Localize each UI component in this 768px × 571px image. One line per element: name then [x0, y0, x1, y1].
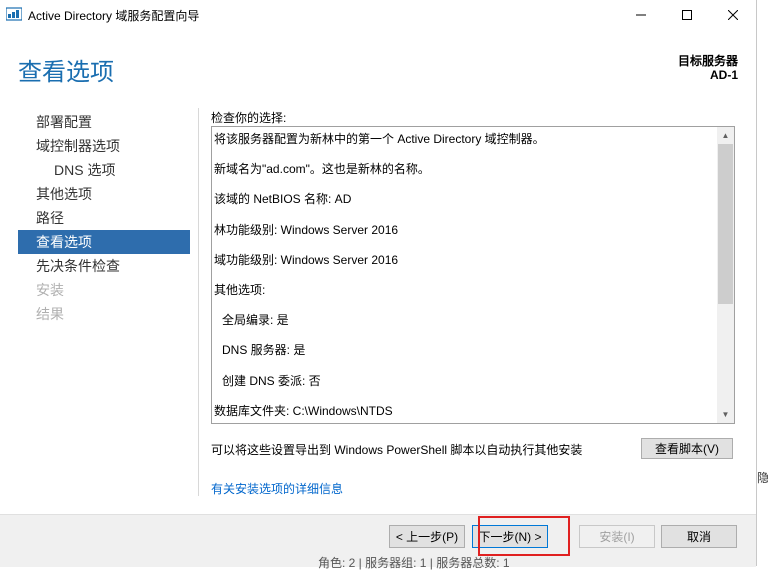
review-line: 新域名为"ad.com"。这也是新林的名称。 — [214, 162, 430, 177]
target-server-label: 目标服务器 — [677, 54, 738, 68]
review-line: 将该服务器配置为新林中的第一个 Active Directory 域控制器。 — [214, 132, 545, 146]
page-title: 查看选项 — [18, 59, 114, 86]
nav-item-installation: 安装 — [36, 282, 64, 298]
review-line: 该域的 NetBIOS 名称: AD — [214, 192, 352, 207]
wizard-header: 查看选项 目标服务器 AD-1 — [0, 30, 756, 90]
nav-divider — [198, 108, 199, 496]
scroll-thumb[interactable] — [718, 144, 733, 304]
nav-item-review-options[interactable]: 查看选项 — [18, 230, 190, 254]
vertical-scrollbar[interactable]: ▲ ▼ — [717, 127, 734, 423]
background-status-text: 角色: 2 | 服务器组: 1 | 服务器总数: 1 — [318, 556, 510, 570]
review-line: 创建 DNS 委派: 否 — [222, 373, 321, 388]
scroll-up-icon[interactable]: ▲ — [717, 127, 734, 144]
server-manager-icon — [6, 7, 22, 21]
install-button: 安装(I) — [579, 525, 655, 548]
highlight-annotation — [478, 516, 570, 556]
review-line: 全局编录: 是 — [222, 313, 289, 328]
export-description: 可以将这些设置导出到 Windows PowerShell 脚本以自动执行其他安… — [211, 443, 583, 457]
scroll-down-icon[interactable]: ▼ — [717, 406, 734, 423]
nav-item-paths[interactable]: 路径 — [18, 206, 190, 230]
maximize-button[interactable] — [664, 0, 710, 30]
title-bar: Active Directory 域服务配置向导 — [0, 0, 768, 30]
minimize-icon — [636, 14, 646, 16]
view-script-button[interactable]: 查看脚本(V) — [641, 438, 733, 459]
cancel-button[interactable]: 取消 — [661, 525, 737, 548]
background-text: 隐 — [757, 471, 768, 485]
nav-item-dc-options[interactable]: 域控制器选项 — [18, 134, 190, 158]
review-line: 其他选项: — [214, 282, 266, 297]
nav-item-dns-options[interactable]: DNS 选项 — [18, 158, 190, 182]
review-textbox[interactable]: 将该服务器配置为新林中的第一个 Active Directory 域控制器。 新… — [211, 126, 735, 424]
review-line: 林功能级别: Windows Server 2016 — [214, 222, 399, 237]
nav-item-additional-options[interactable]: 其他选项 — [18, 182, 190, 206]
more-info-link[interactable]: 有关安装选项的详细信息 — [211, 480, 343, 497]
close-icon — [728, 10, 738, 20]
review-label: 检查你的选择: — [211, 111, 287, 125]
nav-item-deployment[interactable]: 部署配置 — [18, 110, 190, 134]
nav-item-results: 结果 — [36, 306, 64, 322]
review-content: 将该服务器配置为新林中的第一个 Active Directory 域控制器。 新… — [214, 130, 714, 423]
nav-item-prerequisites[interactable]: 先决条件检查 — [18, 254, 190, 278]
minimize-button[interactable] — [618, 0, 664, 30]
maximize-icon — [682, 10, 692, 20]
review-line: 数据库文件夹: C:\Windows\NTDS — [214, 403, 393, 418]
close-button[interactable] — [710, 0, 756, 30]
wizard-nav: 部署配置 域控制器选项 DNS 选项 其他选项 路径 查看选项 先决条件检查 安… — [18, 110, 190, 326]
prev-button[interactable]: < 上一步(P) — [389, 525, 465, 548]
target-server-value: AD-1 — [709, 68, 738, 82]
window-title: Active Directory 域服务配置向导 — [28, 9, 200, 23]
review-line: DNS 服务器: 是 — [222, 343, 306, 358]
review-line: 域功能级别: Windows Server 2016 — [214, 252, 399, 267]
